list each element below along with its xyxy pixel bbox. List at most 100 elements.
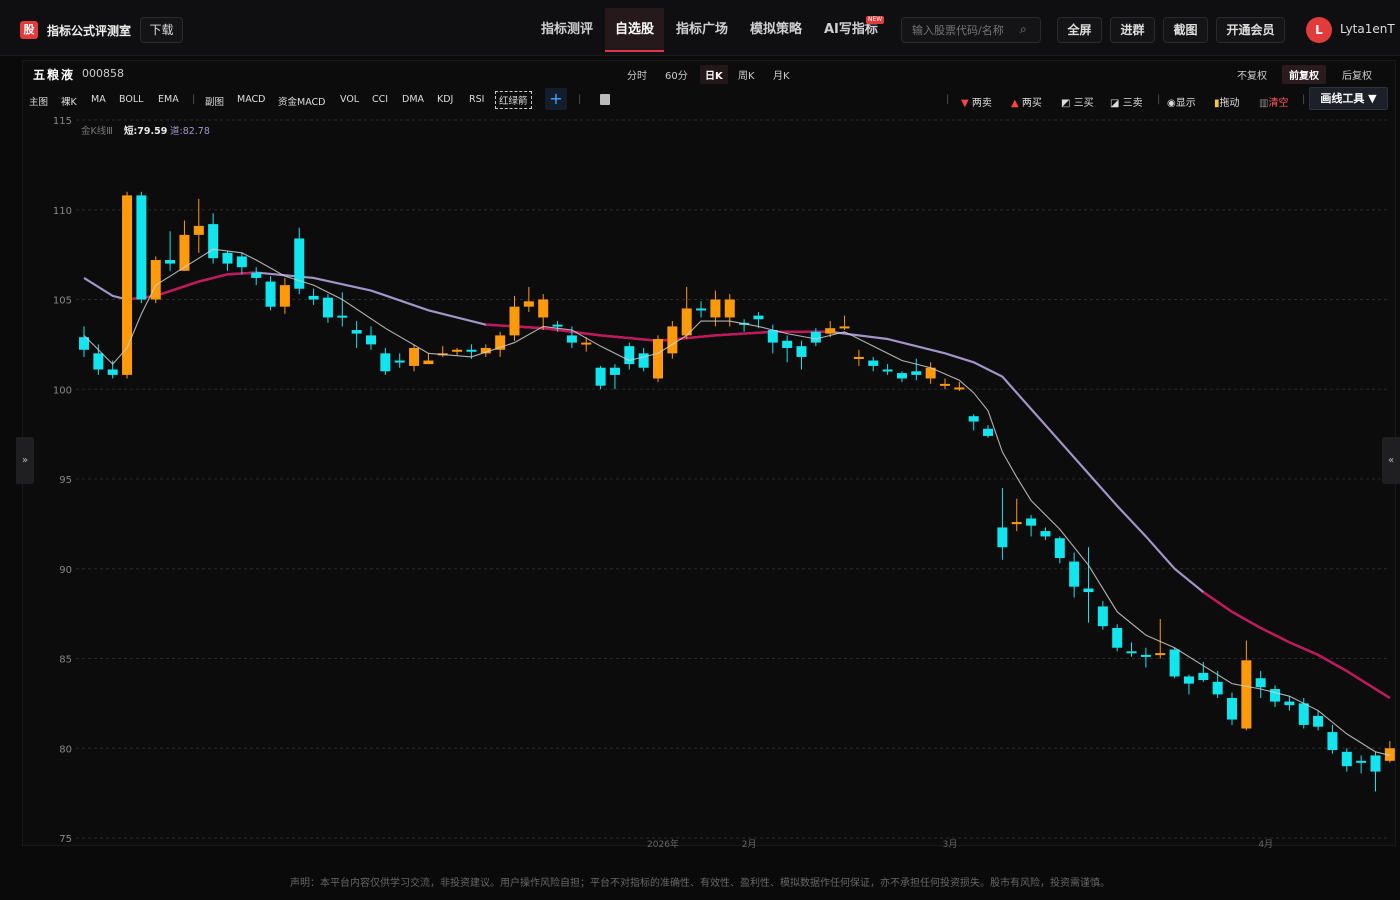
expand-right-button[interactable]: «	[1382, 437, 1400, 484]
candle-body	[1140, 654, 1151, 657]
candle-body	[810, 331, 821, 343]
candle-body	[251, 272, 262, 278]
candle-body	[566, 335, 577, 343]
candle-body	[825, 328, 836, 334]
candle-body	[452, 349, 463, 352]
candle-body	[609, 367, 620, 375]
candle-body	[1227, 697, 1237, 720]
y-tick-label: 90	[59, 565, 72, 576]
candle-body	[710, 299, 721, 318]
candle-body	[380, 353, 391, 372]
candle-body	[136, 195, 147, 300]
x-tick-label: 4月	[1258, 839, 1273, 850]
candle-body	[308, 295, 319, 300]
y-tick-label: 100	[53, 385, 72, 396]
candle-body	[653, 338, 663, 379]
y-tick-label: 85	[59, 655, 72, 666]
candle-body	[409, 347, 420, 366]
candle-body	[538, 299, 549, 318]
candle-body	[595, 367, 606, 386]
candle-body	[1370, 755, 1381, 772]
candle-body	[150, 260, 161, 300]
candle-body	[968, 416, 979, 422]
candle-body	[853, 356, 864, 359]
candle-body	[1341, 751, 1352, 767]
candle-body	[667, 326, 678, 354]
candle-body	[222, 252, 233, 264]
y-tick-label: 105	[53, 296, 72, 307]
candle-body	[767, 330, 778, 343]
candle-body	[839, 326, 850, 329]
candle-body	[1198, 672, 1209, 681]
disclaimer: 声明：本平台内容仅供学习交流，非投资建议。用户操作风险自担；平台不对指标的准确性…	[290, 878, 1110, 889]
y-tick-label: 115	[53, 116, 72, 127]
candle-body	[1255, 678, 1266, 688]
candle-body	[322, 297, 333, 318]
y-tick-label: 95	[59, 475, 72, 486]
short-line	[83, 248, 1390, 756]
candle-body	[1270, 689, 1281, 702]
candle-body	[1313, 715, 1324, 727]
candle-body	[1054, 538, 1065, 558]
candle-body	[1356, 760, 1367, 763]
candle-body	[1097, 606, 1108, 627]
candle-body	[868, 360, 879, 366]
candle-body	[93, 353, 104, 370]
candle-body	[423, 360, 434, 365]
candle-body	[882, 369, 893, 372]
candle-body	[1183, 676, 1194, 684]
candle-body	[351, 330, 362, 334]
candle-body	[911, 371, 922, 375]
x-tick-label: 2026年	[647, 838, 679, 850]
candle-body	[782, 340, 793, 348]
candle-body	[466, 349, 477, 352]
candle-body	[796, 346, 807, 357]
long-line-highlight	[1202, 591, 1391, 700]
long-line-highlight	[126, 271, 257, 301]
candle-body	[193, 225, 204, 235]
candle-body	[896, 373, 907, 379]
candle-body	[1126, 651, 1137, 654]
candle-body	[279, 285, 290, 307]
candle-body	[1011, 522, 1022, 525]
candle-body	[983, 428, 994, 436]
candle-body	[724, 299, 735, 318]
y-tick-label: 80	[59, 744, 72, 755]
candle-body	[509, 306, 520, 336]
candle-body	[954, 387, 965, 390]
y-tick-label: 110	[53, 206, 72, 217]
candle-body	[1298, 703, 1309, 725]
candle-body	[624, 346, 635, 365]
candlestick-chart[interactable]: 75 80 85 90 95 100 105 110 115 2026年 2月 3月 4月	[0, 0, 1400, 900]
candle-body	[1327, 732, 1338, 751]
candle-body	[753, 315, 764, 320]
candle-body	[236, 256, 247, 268]
candle-body	[581, 342, 592, 345]
candle-body	[1212, 681, 1223, 695]
candle-body	[265, 281, 276, 307]
candle-body	[552, 324, 563, 327]
x-tick-label: 3月	[943, 839, 958, 850]
candle-body	[1155, 653, 1166, 656]
candle-body	[997, 527, 1008, 548]
long-line	[83, 271, 1391, 699]
candle-body	[523, 301, 534, 307]
candle-body	[394, 360, 405, 363]
candle-body	[366, 335, 376, 345]
candle-body	[337, 315, 348, 318]
candle-body	[1241, 660, 1252, 729]
candle-body	[1069, 561, 1080, 587]
candle-body	[1040, 531, 1051, 537]
candle-body	[1284, 701, 1295, 706]
candle-body	[940, 383, 950, 386]
candle-body	[1083, 588, 1094, 593]
candle-body	[1169, 649, 1180, 677]
x-tick-label: 2月	[742, 839, 757, 850]
y-tick-label: 75	[59, 834, 72, 845]
candle-body	[696, 308, 707, 311]
candle-body	[1112, 627, 1123, 648]
candle-body	[1026, 518, 1037, 526]
candle-body	[165, 260, 176, 264]
expand-left-button[interactable]: »	[16, 437, 34, 484]
candle-body	[208, 224, 219, 259]
